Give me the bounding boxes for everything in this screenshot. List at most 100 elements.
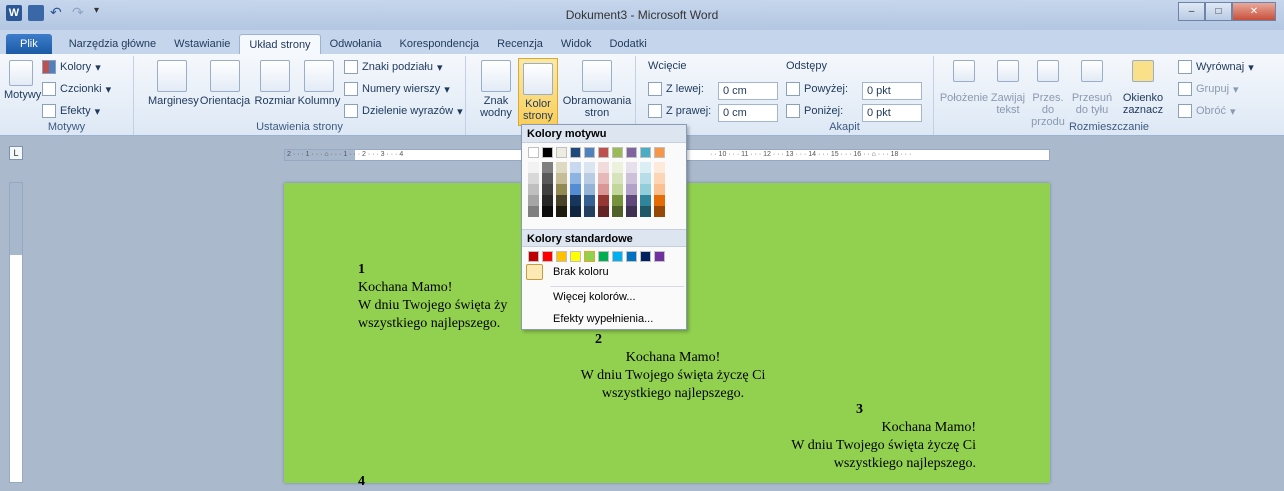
- shade-swatch[interactable]: [584, 173, 595, 184]
- shade-swatch[interactable]: [542, 162, 553, 173]
- shade-swatch[interactable]: [542, 195, 553, 206]
- shade-swatch[interactable]: [598, 195, 609, 206]
- columns-button[interactable]: Kolumny: [296, 60, 342, 107]
- themes-button[interactable]: Motywy: [4, 60, 41, 101]
- minimize-icon[interactable]: –: [1178, 2, 1205, 21]
- align-button[interactable]: Wyrównaj ▾: [1178, 60, 1254, 74]
- shade-swatch[interactable]: [570, 206, 581, 217]
- shade-swatch[interactable]: [598, 162, 609, 173]
- shade-swatch[interactable]: [640, 184, 651, 195]
- shade-swatch[interactable]: [556, 206, 567, 217]
- shade-swatch[interactable]: [542, 206, 553, 217]
- shade-swatch[interactable]: [570, 173, 581, 184]
- wrap-text-button[interactable]: Zawijaj tekst: [990, 60, 1026, 116]
- no-color-item[interactable]: Brak koloru: [522, 261, 686, 283]
- shade-swatch[interactable]: [570, 195, 581, 206]
- shade-swatch[interactable]: [612, 162, 623, 173]
- indent-right-input[interactable]: 0 cm: [718, 104, 778, 122]
- tab-insert[interactable]: Wstawianie: [165, 34, 239, 54]
- spacing-before-input[interactable]: 0 pkt: [862, 82, 922, 100]
- shade-swatch[interactable]: [528, 195, 539, 206]
- theme-color-swatch[interactable]: [598, 147, 609, 158]
- shade-swatch[interactable]: [612, 173, 623, 184]
- shade-swatch[interactable]: [626, 184, 637, 195]
- tab-addins[interactable]: Dodatki: [600, 34, 655, 54]
- tab-mailings[interactable]: Korespondencja: [391, 34, 489, 54]
- theme-color-swatch[interactable]: [626, 147, 637, 158]
- shade-swatch[interactable]: [640, 206, 651, 217]
- shade-swatch[interactable]: [612, 195, 623, 206]
- shade-swatch[interactable]: [556, 184, 567, 195]
- shade-swatch[interactable]: [584, 206, 595, 217]
- shade-swatch[interactable]: [598, 184, 609, 195]
- shade-swatch[interactable]: [612, 184, 623, 195]
- bring-forward-button[interactable]: Przes. do przodu: [1026, 60, 1070, 128]
- shade-swatch[interactable]: [584, 184, 595, 195]
- shade-swatch[interactable]: [542, 184, 553, 195]
- shade-swatch[interactable]: [626, 206, 637, 217]
- tab-review[interactable]: Recenzja: [488, 34, 552, 54]
- indent-left-input[interactable]: 0 cm: [718, 82, 778, 100]
- hyphenation-button[interactable]: Dzielenie wyrazów ▾: [344, 104, 463, 118]
- shade-swatch[interactable]: [626, 173, 637, 184]
- margins-button[interactable]: Marginesy: [148, 60, 199, 107]
- theme-fonts-button[interactable]: Czcionki ▾: [42, 82, 111, 96]
- theme-colors-button[interactable]: Kolory ▾: [42, 60, 101, 74]
- fill-effects-item[interactable]: Efekty wypełnienia...: [522, 308, 686, 330]
- tab-references[interactable]: Odwołania: [321, 34, 391, 54]
- shade-swatch[interactable]: [640, 195, 651, 206]
- tab-selector-icon[interactable]: L: [9, 146, 23, 160]
- theme-effects-button[interactable]: Efekty ▾: [42, 104, 100, 118]
- text-block-3[interactable]: 3 Kochana Mamo! W dniu Twojego święta ży…: [754, 401, 976, 473]
- breaks-button[interactable]: Znaki podziału ▾: [344, 60, 442, 74]
- shade-swatch[interactable]: [528, 206, 539, 217]
- shade-swatch[interactable]: [528, 162, 539, 173]
- send-backward-button[interactable]: Przesuń do tyłu: [1070, 60, 1114, 116]
- text-block-1[interactable]: 1 Kochana Mamo! W dniu Twojego święta ży…: [358, 261, 507, 333]
- text-block-2[interactable]: 2 Kochana Mamo! W dniu Twojego święta ży…: [564, 331, 782, 403]
- shade-swatch[interactable]: [584, 195, 595, 206]
- close-icon[interactable]: ✕: [1232, 2, 1276, 21]
- rotate-button[interactable]: Obróć ▾: [1178, 104, 1236, 118]
- watermark-button[interactable]: Znak wodny: [476, 60, 516, 119]
- tab-view[interactable]: Widok: [552, 34, 601, 54]
- spacing-after-input[interactable]: 0 pkt: [862, 104, 922, 122]
- tab-file[interactable]: Plik: [6, 34, 52, 54]
- shade-swatch[interactable]: [598, 206, 609, 217]
- shade-swatch[interactable]: [570, 184, 581, 195]
- theme-color-swatch[interactable]: [528, 147, 539, 158]
- shade-swatch[interactable]: [640, 162, 651, 173]
- tab-page-layout[interactable]: Układ strony: [239, 34, 321, 54]
- page-color-button[interactable]: Kolor strony: [518, 58, 558, 126]
- selection-pane-button[interactable]: Okienko zaznacz: [1114, 60, 1172, 116]
- orientation-button[interactable]: Orientacja: [196, 60, 254, 107]
- shade-swatch[interactable]: [598, 173, 609, 184]
- shade-swatch[interactable]: [612, 206, 623, 217]
- page-borders-button[interactable]: Obramowania stron: [562, 60, 632, 119]
- theme-color-swatch[interactable]: [542, 147, 553, 158]
- shade-swatch[interactable]: [556, 195, 567, 206]
- shade-swatch[interactable]: [570, 162, 581, 173]
- theme-color-swatch[interactable]: [570, 147, 581, 158]
- shade-swatch[interactable]: [640, 173, 651, 184]
- size-button[interactable]: Rozmiar: [252, 60, 298, 107]
- shade-swatch[interactable]: [654, 173, 665, 184]
- shade-swatch[interactable]: [654, 195, 665, 206]
- theme-color-swatch[interactable]: [640, 147, 651, 158]
- theme-color-swatch[interactable]: [584, 147, 595, 158]
- shade-swatch[interactable]: [626, 195, 637, 206]
- tab-home[interactable]: Narzędzia główne: [60, 34, 165, 54]
- shade-swatch[interactable]: [528, 173, 539, 184]
- line-numbers-button[interactable]: Numery wierszy ▾: [344, 82, 450, 96]
- shade-swatch[interactable]: [654, 162, 665, 173]
- theme-color-swatch[interactable]: [556, 147, 567, 158]
- shade-swatch[interactable]: [654, 206, 665, 217]
- theme-color-swatch[interactable]: [612, 147, 623, 158]
- position-button[interactable]: Położenie: [938, 60, 990, 104]
- vertical-ruler[interactable]: [9, 182, 23, 483]
- group-button[interactable]: Grupuj ▾: [1178, 82, 1239, 96]
- shade-swatch[interactable]: [556, 173, 567, 184]
- theme-color-swatch[interactable]: [654, 147, 665, 158]
- shade-swatch[interactable]: [528, 184, 539, 195]
- shade-swatch[interactable]: [542, 173, 553, 184]
